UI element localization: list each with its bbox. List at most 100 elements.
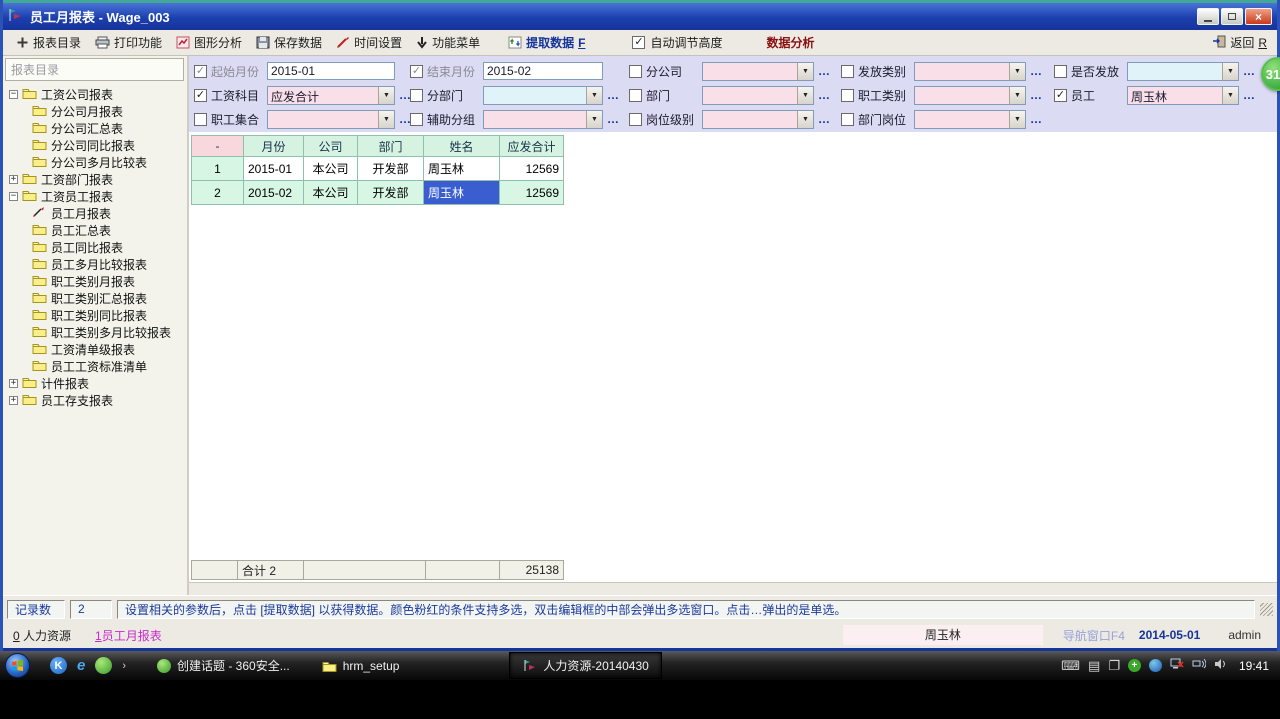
filter-dropdown[interactable]: 应发合计▼	[267, 86, 395, 105]
sidebar-item[interactable]: 员工汇总表	[5, 222, 187, 239]
taskbar-task-button[interactable]: hrm_setup	[310, 655, 412, 677]
more-button[interactable]: …	[399, 112, 410, 126]
sidebar-item[interactable]: 分公司同比报表	[5, 137, 187, 154]
filter-dropdown[interactable]: ▼	[483, 86, 603, 105]
sidebar-item[interactable]: 分公司多月比较表	[5, 154, 187, 171]
data-analysis-button[interactable]: 数据分析	[766, 34, 814, 51]
more-button[interactable]: …	[818, 64, 831, 78]
sidebar-item[interactable]: 职工类别多月比较报表	[5, 324, 187, 341]
wireless-signal-icon[interactable]	[1192, 658, 1206, 673]
sidebar-item[interactable]: 员工同比报表	[5, 239, 187, 256]
sidebar-item[interactable]: −工资员工报表	[5, 188, 187, 205]
start-button[interactable]	[5, 653, 30, 678]
filter-checkbox[interactable]	[629, 65, 642, 78]
chevron-down-icon[interactable]: ▼	[586, 111, 602, 128]
filter-dropdown[interactable]: ▼	[914, 110, 1026, 129]
chevron-down-icon[interactable]: ▼	[1222, 87, 1238, 104]
sidebar-item[interactable]: 职工类别汇总报表	[5, 290, 187, 307]
filter-dropdown[interactable]: ▼	[702, 62, 814, 81]
chevron-down-icon[interactable]: ▼	[797, 63, 813, 80]
close-button[interactable]: ×	[1245, 8, 1272, 25]
quicklaunch-360-icon[interactable]	[95, 657, 112, 674]
more-button[interactable]: …	[1243, 64, 1256, 78]
table-cell[interactable]: 12569	[500, 157, 564, 181]
table-cell[interactable]: 2015-01	[244, 157, 304, 181]
filter-checkbox[interactable]	[194, 113, 207, 126]
header-cell[interactable]: 公司	[304, 136, 358, 157]
filter-checkbox[interactable]	[841, 65, 854, 78]
minimize-button[interactable]	[1197, 8, 1219, 25]
header-cell[interactable]: 部门	[358, 136, 424, 157]
chevron-down-icon[interactable]: ▼	[378, 111, 394, 128]
sidebar-item[interactable]: −工资公司报表	[5, 86, 187, 103]
filter-checkbox[interactable]: ✓	[410, 65, 423, 78]
back-button[interactable]: 返回R	[1212, 34, 1271, 51]
taskbar-clock[interactable]: 19:41	[1239, 659, 1269, 673]
title-bar[interactable]: 员工月报表 - Wage_003 ×	[3, 3, 1277, 30]
table-cell[interactable]: 12569	[500, 181, 564, 205]
notes-icon[interactable]: ▤	[1088, 658, 1100, 674]
input-method-icon[interactable]: ⌨	[1061, 658, 1080, 674]
quicklaunch-expand-chevron[interactable]: ›	[122, 660, 126, 672]
chevron-down-icon[interactable]: ▼	[378, 87, 394, 104]
chevron-down-icon[interactable]: ▼	[797, 87, 813, 104]
taskbar-task-button[interactable]: 创建话题 - 360安全...	[144, 653, 302, 678]
window-restore-icon[interactable]: ❐	[1108, 658, 1120, 674]
more-button[interactable]: …	[818, 88, 831, 102]
filter-checkbox[interactable]	[841, 113, 854, 126]
volume-icon[interactable]	[1214, 658, 1227, 673]
table-cell[interactable]: 本公司	[304, 181, 358, 205]
table-cell[interactable]: 本公司	[304, 157, 358, 181]
toolbar-button[interactable]: 时间设置	[329, 32, 409, 53]
sidebar-item[interactable]: 员工多月比较报表	[5, 256, 187, 273]
header-cell[interactable]: 应发合计	[500, 136, 564, 157]
sidebar-item[interactable]: 员工工资标准清单	[5, 358, 187, 375]
filter-dropdown[interactable]: ▼	[702, 110, 814, 129]
chevron-down-icon[interactable]: ▼	[1222, 63, 1238, 80]
360-accelerate-icon[interactable]: +	[1128, 659, 1141, 672]
auto-height-checkbox[interactable]: ✓	[632, 36, 645, 49]
filter-dropdown[interactable]: 周玉林▼	[1127, 86, 1239, 105]
expand-icon[interactable]: +	[9, 379, 18, 388]
filter-checkbox[interactable]: ✓	[194, 89, 207, 102]
more-button[interactable]: …	[607, 112, 620, 126]
chevron-down-icon[interactable]: ▼	[1009, 87, 1025, 104]
sidebar-item[interactable]: 职工类别同比报表	[5, 307, 187, 324]
sidebar-item[interactable]: 职工类别月报表	[5, 273, 187, 290]
more-button[interactable]: …	[818, 112, 831, 126]
more-button[interactable]: …	[399, 88, 410, 102]
header-cell[interactable]: 姓名	[424, 136, 500, 157]
chevron-down-icon[interactable]: ▼	[797, 111, 813, 128]
360-safe-icon[interactable]	[1149, 659, 1162, 672]
more-button[interactable]: …	[1030, 88, 1043, 102]
toolbar-button[interactable]: 提取数据F	[501, 32, 592, 53]
filter-checkbox[interactable]	[629, 89, 642, 102]
table-cell[interactable]: 开发部	[358, 181, 424, 205]
tab-employee-monthly-report[interactable]: 1员工月报表	[95, 627, 162, 644]
filter-dropdown[interactable]: ▼	[914, 62, 1026, 81]
row-number-cell[interactable]: 2	[192, 181, 244, 205]
sidebar-item[interactable]: 分公司月报表	[5, 103, 187, 120]
table-cell[interactable]: 2015-02	[244, 181, 304, 205]
row-number-cell[interactable]: 1	[192, 157, 244, 181]
nav-window-shortcut[interactable]: 导航窗口F4	[1063, 627, 1125, 644]
quicklaunch-k-icon[interactable]: K	[50, 657, 67, 674]
filter-checkbox[interactable]: ✓	[194, 65, 207, 78]
collapse-icon[interactable]: −	[9, 192, 18, 201]
tab-hr-home[interactable]: 0 人力资源	[13, 627, 71, 644]
filter-dropdown[interactable]: ▼	[702, 86, 814, 105]
more-button[interactable]: …	[1243, 88, 1256, 102]
filter-input[interactable]: 2015-02	[483, 62, 603, 80]
maximize-button[interactable]	[1221, 8, 1243, 25]
filter-dropdown[interactable]: ▼	[914, 86, 1026, 105]
toolbar-button[interactable]: 打印功能	[88, 32, 169, 53]
sidebar-item[interactable]: +计件报表	[5, 375, 187, 392]
toolbar-button[interactable]: 报表目录	[9, 32, 88, 53]
network-error-icon[interactable]	[1170, 658, 1184, 673]
filter-checkbox[interactable]: ✓	[1054, 89, 1067, 102]
table-cell[interactable]: 周玉林	[424, 181, 500, 205]
more-button[interactable]: …	[607, 88, 620, 102]
toolbar-button[interactable]: 功能菜单	[409, 32, 487, 53]
taskbar-task-button[interactable]: 人力资源-20140430	[509, 652, 661, 679]
filter-checkbox[interactable]	[1054, 65, 1067, 78]
